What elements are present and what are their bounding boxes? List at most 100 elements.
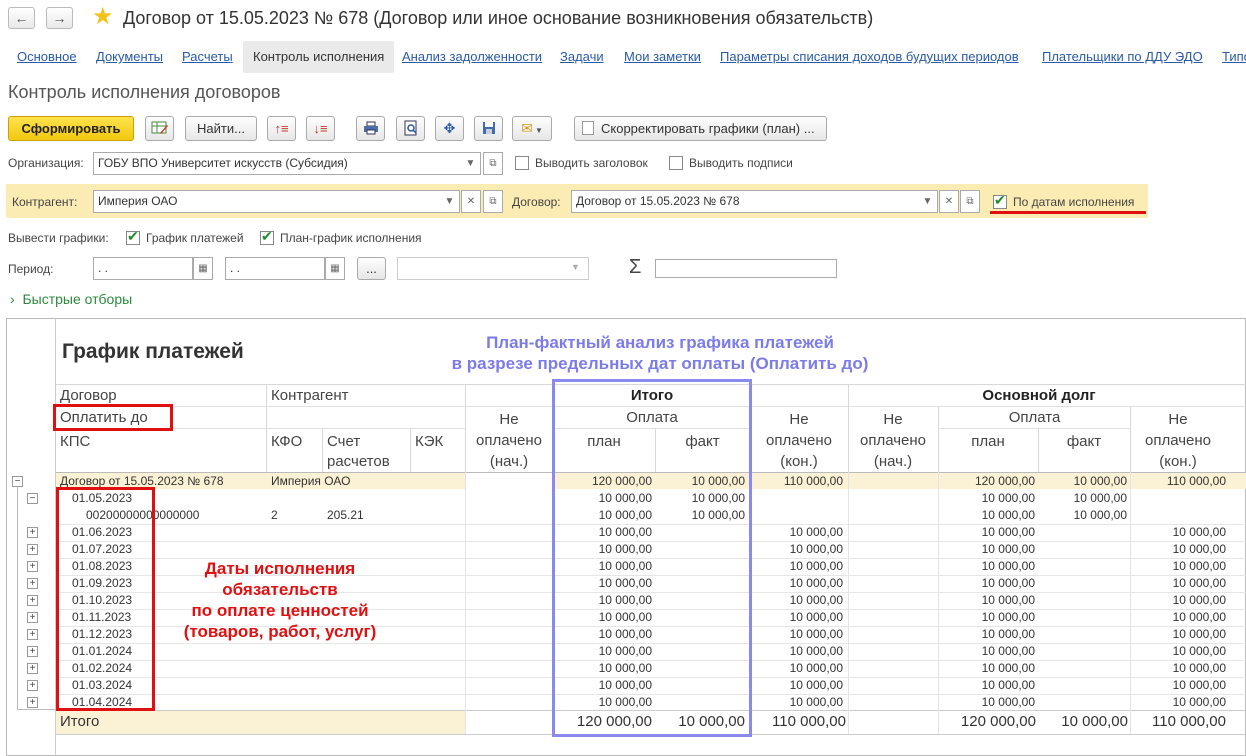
- payment-schedule-checkbox[interactable]: [126, 228, 140, 245]
- org-open-button[interactable]: ⧉: [483, 152, 503, 175]
- tab-notes[interactable]: Мои заметки: [624, 41, 701, 73]
- expand-icon[interactable]: +: [27, 629, 38, 640]
- move-button[interactable]: ✥: [435, 116, 464, 141]
- expand-icon[interactable]: +: [27, 646, 38, 657]
- collapse-button[interactable]: ↓≡: [306, 116, 335, 141]
- show-signatures-label: Выводить подписи: [689, 156, 793, 170]
- generate-button[interactable]: Сформировать: [8, 116, 134, 141]
- collapse-icon[interactable]: −: [12, 476, 23, 487]
- show-header-label: Выводить заголовок: [535, 156, 648, 170]
- show-header-checkbox[interactable]: [515, 156, 529, 170]
- counterparty-clear-button[interactable]: ✕: [461, 190, 481, 213]
- save-button[interactable]: [474, 116, 503, 141]
- edit-table-icon: [151, 121, 168, 134]
- contract-field[interactable]: Договор от 15.05.2023 № 678: [571, 190, 938, 213]
- org-field[interactable]: ГОБУ ВПО Университет искусств (Субсидия): [93, 152, 481, 175]
- expand-icon[interactable]: +: [27, 561, 38, 572]
- counterparty-field[interactable]: Империя ОАО: [93, 190, 460, 213]
- date-row-md-plan: 10 000,00: [981, 695, 1035, 709]
- preview-icon: [404, 120, 417, 136]
- date-row-md-unpaid: 10 000,00: [1172, 593, 1226, 607]
- period-from-field[interactable]: . .: [93, 257, 193, 280]
- date-row-md-plan: 10 000,00: [981, 627, 1035, 641]
- date-row-md-plan: 10 000,00: [981, 678, 1035, 692]
- kps-row-md-plan: 10 000,00: [981, 508, 1035, 522]
- date-row-md-plan: 10 000,00: [981, 525, 1035, 539]
- period-to-field[interactable]: . .: [225, 257, 325, 280]
- save-icon: [482, 122, 495, 134]
- header-text: Не: [1168, 411, 1188, 428]
- counterparty-open-button[interactable]: ⧉: [483, 190, 503, 213]
- period-select-button[interactable]: ...: [357, 257, 386, 280]
- total-row-label: Итого: [60, 713, 100, 730]
- tab-debt-analysis[interactable]: Анализ задолженности: [402, 41, 542, 73]
- header-plan-debt: план: [971, 433, 1005, 450]
- preview-button[interactable]: [396, 116, 425, 141]
- tab-deferred-income-params[interactable]: Параметры списания доходов будущих перио…: [720, 41, 1019, 73]
- expand-icon[interactable]: +: [27, 527, 38, 538]
- org-label: Организация:: [8, 156, 84, 170]
- total-row: [56, 710, 466, 734]
- dates-annotation-line-3: по оплате ценностей: [191, 601, 369, 620]
- by-dates-checkbox[interactable]: [993, 192, 1007, 209]
- collapse-icon[interactable]: −: [27, 493, 38, 504]
- tab-main[interactable]: Основное: [17, 41, 77, 73]
- tab-tasks[interactable]: Задачи: [560, 41, 604, 73]
- date-row-md-unpaid: 10 000,00: [1172, 644, 1226, 658]
- document-icon: [582, 121, 594, 135]
- tab-ddu-payers[interactable]: Плательщики по ДДУ ЭДО: [1042, 41, 1203, 73]
- expand-icon[interactable]: +: [27, 612, 38, 623]
- contract-clear-button[interactable]: ✕: [939, 190, 959, 213]
- tab-execution-control[interactable]: Контроль исполнения: [243, 41, 395, 73]
- quick-filters-label: Быстрые отборы: [22, 291, 133, 307]
- header-text: оплачено: [475, 432, 542, 449]
- sigma-icon: Σ: [629, 256, 642, 278]
- pay-by-highlight: [53, 404, 173, 431]
- header-text: Не: [883, 411, 903, 428]
- send-email-button[interactable]: ✉ ▼: [512, 116, 552, 141]
- print-button[interactable]: [356, 116, 385, 141]
- expand-icon[interactable]: +: [27, 697, 38, 708]
- counterparty-dropdown-button[interactable]: ▼: [440, 190, 460, 213]
- period-variant-dropdown-icon[interactable]: ▼: [571, 262, 580, 272]
- header-text: Не: [789, 411, 809, 428]
- header-payment-debt: Оплата: [1008, 409, 1061, 426]
- chevron-right-icon: ›: [10, 291, 15, 307]
- plan-schedule-checkbox[interactable]: [260, 228, 274, 245]
- favorite-star-icon[interactable]: ★: [92, 4, 114, 30]
- contract-open-button[interactable]: ⧉: [960, 190, 980, 213]
- find-button[interactable]: Найти...: [185, 116, 257, 141]
- show-signatures-checkbox[interactable]: [669, 156, 683, 170]
- period-variant-field[interactable]: [397, 257, 589, 280]
- tab-documents[interactable]: Документы: [96, 41, 163, 73]
- quick-filters-toggle[interactable]: › Быстрые отборы: [10, 291, 132, 307]
- header-text: оплачено: [859, 432, 926, 449]
- expand-icon[interactable]: +: [27, 663, 38, 674]
- expand-icon[interactable]: +: [27, 595, 38, 606]
- tab-settlements[interactable]: Расчеты: [182, 41, 233, 73]
- correct-schedules-button[interactable]: Скорректировать графики (план) ...: [574, 116, 827, 141]
- back-button[interactable]: ←: [8, 7, 35, 29]
- tab-types[interactable]: Типо: [1222, 41, 1246, 73]
- date-row-unpaid: 10 000,00: [789, 678, 843, 692]
- expand-icon[interactable]: +: [27, 680, 38, 691]
- expand-icon[interactable]: +: [27, 578, 38, 589]
- date-row-unpaid: 10 000,00: [789, 559, 843, 573]
- header-text: (кон.): [780, 453, 818, 470]
- date-row-unpaid: 10 000,00: [789, 661, 843, 675]
- org-dropdown-button[interactable]: ▼: [461, 152, 481, 175]
- header-unpaid-start-total: Не оплачено (нач.): [465, 409, 553, 472]
- expand-icon[interactable]: +: [27, 544, 38, 555]
- header-main-debt: Основной долг: [982, 387, 1096, 404]
- first-date-row-md-plan: 10 000,00: [981, 491, 1035, 505]
- calendar-to-icon[interactable]: ▦: [325, 257, 345, 280]
- contract-row-counterparty: Империя ОАО: [271, 474, 351, 488]
- header-kfo: КФО: [271, 433, 303, 450]
- expand-button[interactable]: ↑≡: [267, 116, 296, 141]
- date-row-md-unpaid: 10 000,00: [1172, 542, 1226, 556]
- calendar-from-icon[interactable]: ▦: [193, 257, 213, 280]
- contract-dropdown-button[interactable]: ▼: [918, 190, 938, 213]
- forward-button[interactable]: →: [46, 7, 73, 29]
- by-dates-label: По датам исполнения: [1013, 195, 1135, 209]
- edit-report-button[interactable]: [145, 116, 174, 141]
